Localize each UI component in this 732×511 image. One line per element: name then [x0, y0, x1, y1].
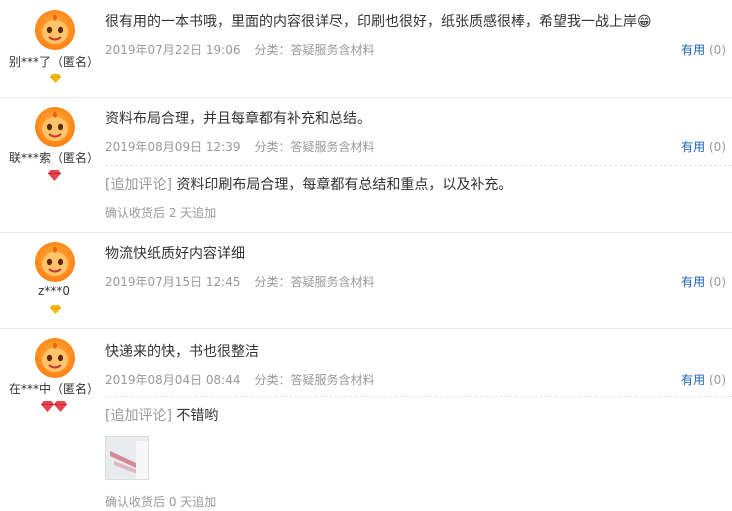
user-avatar [35, 338, 75, 378]
user-avatar [35, 242, 75, 282]
additional-review-text: 资料印刷布局合理，每章都有总结和重点，以及补充。 [176, 177, 513, 193]
review-item: 在***中（匿名） 快递来的快，书也很整洁 2019年08月04日 08:44 分… [0, 328, 732, 511]
useful-button[interactable]: 有用 [681, 275, 705, 289]
additional-review-tag: [追加评论] [105, 408, 172, 424]
review-date: 2019年08月09日 12:39 [105, 140, 241, 154]
review-content: 资料布局合理，并且每章都有补充和总结。 [105, 111, 371, 127]
review-meta: 2019年08月09日 12:39 分类：答疑服务含材料 [105, 138, 375, 155]
double-red-diamond-icon [41, 401, 67, 412]
user-avatar [35, 10, 75, 50]
review-category: 分类：答疑服务含材料 [254, 140, 375, 154]
username: 别***了（匿名） [8, 55, 99, 69]
review-date: 2019年07月15日 12:45 [105, 275, 241, 289]
useful-count: (0) [709, 275, 726, 289]
gold-diamond-icon [50, 305, 61, 315]
additional-review: [追加评论] 资料印刷布局合理，每章都有总结和重点，以及补充。 [105, 174, 512, 194]
additional-review-tag: [追加评论] [105, 177, 172, 193]
review-item: 别***了（匿名） 很有用的一本书哦，里面的内容很详尽，印刷也很好，纸张质感很棒… [0, 0, 732, 98]
orange-mascot-avatar-icon [42, 14, 68, 44]
username: z***0 [38, 284, 70, 298]
useful-count: (0) [709, 43, 726, 57]
review-content: 物流快纸质好内容详细 [105, 246, 245, 262]
review-date: 2019年08月04日 08:44 [105, 373, 241, 387]
review-category: 分类：答疑服务含材料 [254, 373, 375, 387]
divider [105, 165, 732, 166]
review-category: 分类：答疑服务含材料 [254, 275, 375, 289]
useful-button[interactable]: 有用 [681, 43, 705, 57]
orange-mascot-avatar-icon [42, 246, 68, 276]
review-photo-thumbnail[interactable] [105, 436, 149, 480]
additional-review-time: 确认收货后 2 天追加 [105, 206, 217, 220]
additional-review-time: 确认收货后 0 天追加 [105, 495, 217, 509]
username: 在***中（匿名） [8, 382, 99, 396]
review-meta: 2019年07月22日 19:06 分类：答疑服务含材料 [105, 41, 375, 58]
review-content: 很有用的一本书哦，里面的内容很详尽，印刷也很好，纸张质感很棒，希望我一战上岸😁 [105, 14, 652, 30]
review-content: 快递来的快，书也很整洁 [105, 344, 259, 360]
useful-count: (0) [709, 373, 726, 387]
review-item: z***0 物流快纸质好内容详细 2019年07月15日 12:45 分类：答疑服… [0, 232, 732, 329]
review-category: 分类：答疑服务含材料 [254, 43, 375, 57]
useful-vote: 有用 (0) [681, 273, 726, 290]
review-meta: 2019年07月15日 12:45 分类：答疑服务含材料 [105, 273, 375, 290]
gold-diamond-icon [50, 74, 61, 84]
useful-vote: 有用 (0) [681, 138, 726, 155]
review-item: 联***索（匿名） 资料布局合理，并且每章都有补充和总结。 2019年08月09… [0, 97, 732, 233]
username: 联***索（匿名） [8, 151, 99, 165]
orange-mascot-avatar-icon [42, 342, 68, 372]
divider [105, 396, 732, 397]
review-date: 2019年07月22日 19:06 [105, 43, 241, 57]
useful-button[interactable]: 有用 [681, 140, 705, 154]
red-diamond-icon [48, 170, 61, 181]
additional-review-text: 不错哟 [176, 408, 219, 424]
orange-mascot-avatar-icon [42, 111, 68, 141]
useful-button[interactable]: 有用 [681, 373, 705, 387]
useful-vote: 有用 (0) [681, 371, 726, 388]
review-meta: 2019年08月04日 08:44 分类：答疑服务含材料 [105, 371, 375, 388]
useful-vote: 有用 (0) [681, 41, 726, 58]
user-avatar [35, 107, 75, 147]
additional-review: [追加评论] 不错哟 [105, 405, 218, 425]
useful-count: (0) [709, 140, 726, 154]
